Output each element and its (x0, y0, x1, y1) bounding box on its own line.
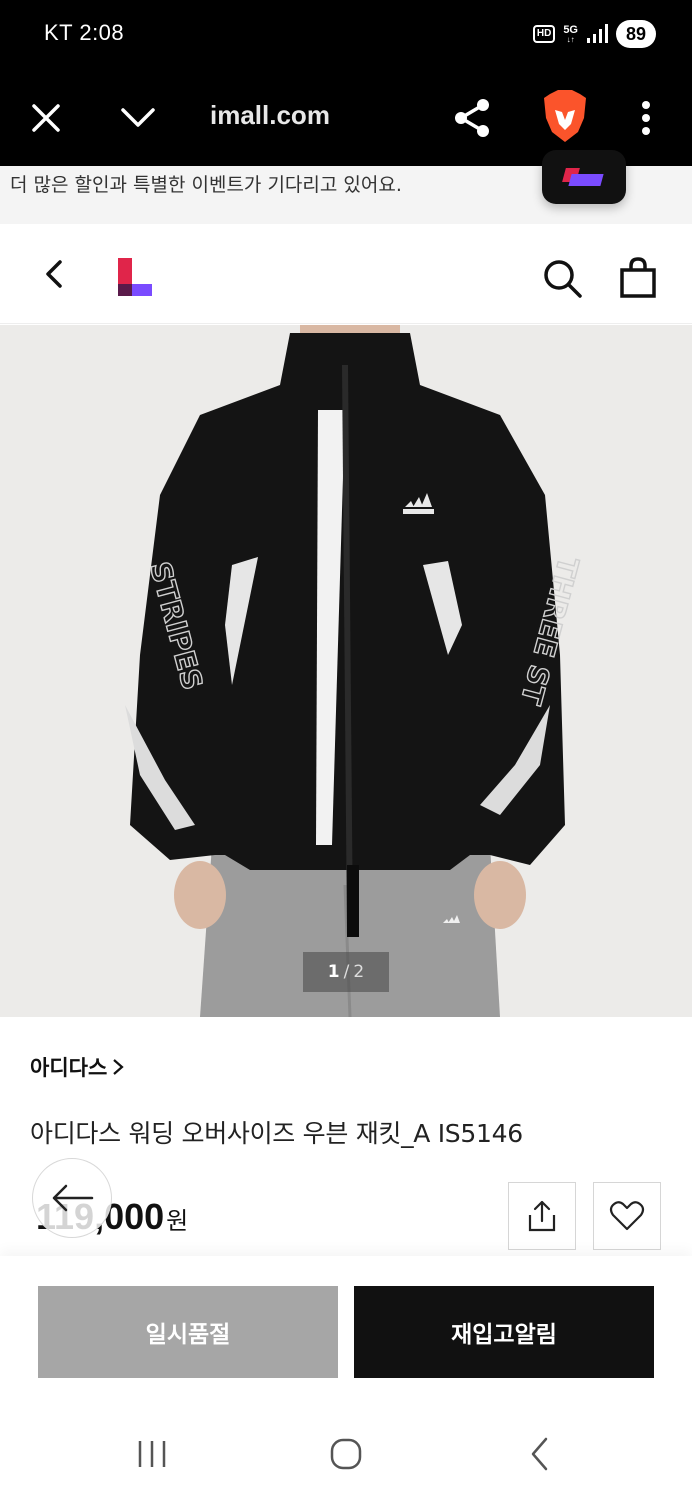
status-bar: KT 2:08 HD 5G ↓↑ 89 (0, 0, 692, 70)
arrow-left-icon (52, 1184, 94, 1212)
network-5g-icon: 5G ↓↑ (563, 23, 578, 44)
shopping-bag-icon (620, 257, 656, 298)
battery-icon: 89 (616, 20, 656, 48)
wishlist-button[interactable] (593, 1182, 661, 1250)
close-icon (32, 104, 60, 132)
gallery-pager: 1 / 2 (303, 952, 389, 992)
signal-icon (587, 24, 608, 43)
shopping-bag-button[interactable] (614, 254, 662, 302)
search-icon (544, 260, 582, 298)
back-chevron-icon (531, 1437, 548, 1471)
brand-name: 아디다스 (30, 1056, 108, 1080)
brave-lion-icon (544, 90, 586, 142)
app-launch-logo[interactable] (542, 150, 626, 204)
floating-back-button[interactable] (32, 1158, 112, 1238)
status-icons: HD 5G ↓↑ 89 (532, 20, 656, 48)
gallery-total: 2 (353, 962, 365, 982)
product-image[interactable]: STRIPES THREE ST (0, 325, 692, 1017)
recent-apps-button[interactable] (128, 1434, 176, 1474)
restock-alert-button[interactable]: 재입고알림 (354, 1286, 654, 1378)
recent-apps-icon (138, 1441, 166, 1467)
close-tab-button[interactable] (22, 94, 70, 142)
chevron-right-icon (113, 1059, 124, 1075)
chevron-left-icon (46, 260, 62, 288)
promo-text: 더 많은 할인과 특별한 이벤트가 기다리고 있어요. (10, 174, 402, 196)
hd-icon: HD (532, 25, 556, 43)
collapse-toolbar-button[interactable] (114, 94, 162, 142)
brand-link[interactable]: 아디다스 (30, 1052, 125, 1082)
back-button[interactable] (30, 250, 78, 298)
share-upload-icon (528, 1200, 556, 1232)
system-back-button[interactable] (516, 1434, 564, 1474)
home-button[interactable] (322, 1434, 370, 1474)
share-product-button[interactable] (508, 1182, 576, 1250)
purchase-action-bar: 일시품절 재입고알림 (0, 1256, 692, 1406)
app-header (0, 224, 692, 324)
url-text[interactable]: imall.com (210, 100, 330, 131)
price-currency: 원 (166, 1207, 189, 1235)
android-nav-bar (0, 1406, 692, 1500)
lotte-logo[interactable] (118, 258, 152, 298)
brave-shields-button[interactable] (540, 88, 590, 144)
more-vertical-icon (642, 101, 650, 135)
heart-icon (609, 1201, 645, 1231)
chevron-down-icon (121, 108, 155, 127)
soldout-button[interactable]: 일시품절 (38, 1286, 338, 1378)
gallery-current: 1 (327, 962, 340, 982)
jacket-photo: STRIPES THREE ST (0, 325, 692, 1017)
more-menu-button[interactable] (622, 94, 670, 142)
share-icon (455, 99, 489, 137)
share-page-button[interactable] (448, 94, 496, 142)
search-button[interactable] (538, 254, 586, 302)
home-icon (330, 1438, 362, 1470)
status-time: KT 2:08 (44, 20, 125, 45)
product-title: 아디다스 워딩 오버사이즈 우븐 재킷_A IS5146 (30, 1119, 523, 1148)
gallery-separator: / (343, 962, 350, 982)
